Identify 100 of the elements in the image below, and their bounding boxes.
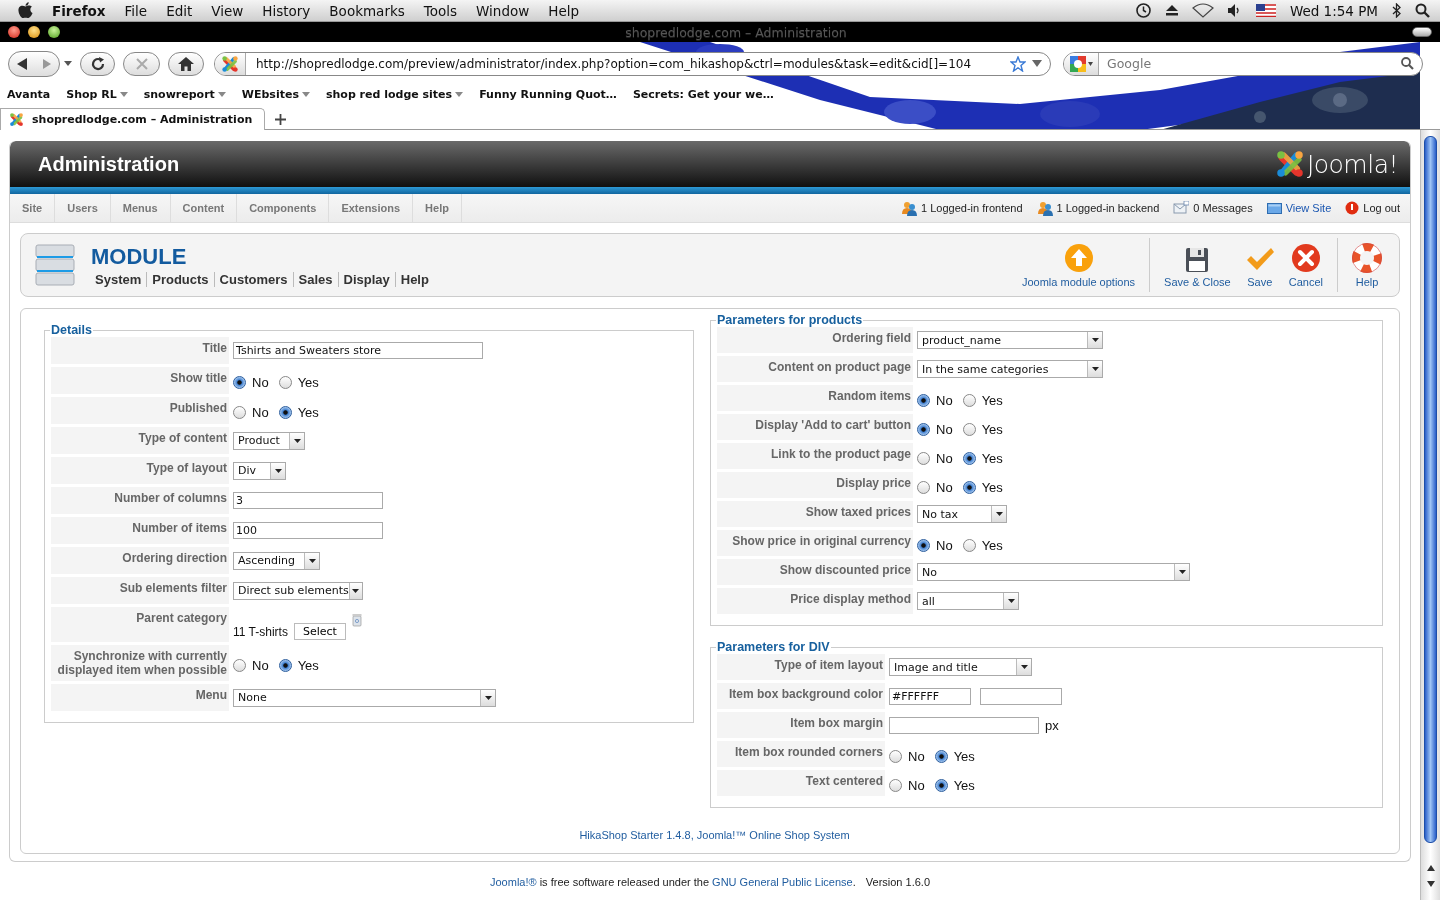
menu-item[interactable]: Help [548,2,580,19]
home-button[interactable] [168,51,204,76]
toolbar-button[interactable]: Joomla module options [1014,238,1143,292]
new-tab-button[interactable] [275,114,287,125]
bookmark-item[interactable]: Funny Running Quot… [479,88,617,101]
radio-button[interactable] [278,658,292,672]
bookmark-item[interactable]: shop red lodge sites [325,88,464,101]
dropdown[interactable]: Direct sub elements [233,581,363,600]
menu-item[interactable]: Content [170,194,238,222]
dropdown[interactable]: all [917,592,1019,610]
bookmark-item[interactable]: snowreport [143,88,226,101]
radio-button[interactable] [889,778,902,792]
text-field[interactable]: Tshirts and Sweaters store [233,342,483,359]
radio-button[interactable] [962,422,976,436]
dropdown[interactable]: Div [233,461,286,480]
text-field[interactable]: 100 [233,522,383,539]
toolbar-button[interactable]: Save [1237,238,1282,292]
status-link[interactable]: View Site [1285,202,1332,214]
radio-button[interactable] [278,406,292,419]
text-field[interactable] [889,716,1039,734]
radio-button[interactable] [278,376,292,389]
radio-button[interactable] [233,658,246,672]
speaker-icon[interactable] [1227,4,1242,17]
bookmark-item[interactable]: Avanta [7,88,51,101]
color-field[interactable] [980,687,1062,705]
submenu-link[interactable]: Sales [292,271,338,287]
radio-button[interactable] [917,451,930,465]
menu-item[interactable]: Site [10,194,56,222]
toolbar-button[interactable]: Cancel [1281,238,1330,292]
menu-item[interactable]: Firefox [52,2,106,19]
bookmark-item[interactable]: WEbsites [241,88,310,101]
radio-button[interactable] [889,749,902,763]
menu-item[interactable]: Tools [423,2,458,19]
toolbar-button[interactable]: Save & Close [1157,238,1238,292]
dropdown[interactable]: Image and title [889,658,1032,676]
scrollbar[interactable] [1420,130,1440,900]
radio-button[interactable] [962,480,976,494]
search-icon[interactable] [1401,57,1414,70]
menu-item[interactable]: Window [476,2,530,19]
trash-icon[interactable] [351,613,362,627]
clock-icon[interactable] [1134,2,1152,19]
apple-icon[interactable] [18,2,33,19]
zoom-button[interactable] [48,26,60,38]
bluetooth-icon[interactable] [1392,3,1401,18]
close-button[interactable] [8,26,20,38]
select-button[interactable]: Select [293,623,346,640]
minimize-button[interactable] [28,26,40,38]
star-icon[interactable] [1010,55,1026,72]
radio-button[interactable] [917,393,930,407]
text-field[interactable]: 3 [233,492,383,509]
dropdown[interactable]: In the same categories [917,360,1103,378]
submenu-link[interactable]: System [95,271,147,287]
radio-button[interactable] [934,749,948,763]
menu-item[interactable]: Menus [110,194,171,222]
search-engine-icon[interactable] [1069,55,1086,72]
menu-item[interactable]: Users [55,194,111,222]
menu-item[interactable]: Components [237,194,330,222]
footer-link[interactable]: Joomla!® [490,876,537,888]
radio-button[interactable] [962,393,976,407]
radio-button[interactable] [233,406,246,419]
back-forward-button[interactable] [8,50,60,77]
submenu-link[interactable]: Display [337,271,395,287]
footer-link[interactable]: GNU General Public License [712,876,853,888]
toolbar-toggle-button[interactable] [1412,27,1432,37]
dropdown[interactable]: product_name [917,331,1103,349]
menu-item[interactable]: Extensions [329,194,414,222]
menu-item[interactable]: File [124,2,148,19]
clock-text[interactable]: Wed 1:54 PM [1289,2,1378,19]
caret-icon[interactable] [64,61,72,66]
menu-item[interactable]: Edit [166,2,193,19]
caret-icon[interactable] [1087,61,1093,66]
text-field[interactable]: #FFFFFF [889,687,971,705]
wifi-icon[interactable] [1191,3,1214,18]
back-icon[interactable] [16,57,28,70]
reload-button[interactable] [80,51,115,76]
menu-item[interactable]: View [211,2,244,19]
radio-button[interactable] [962,451,976,465]
radio-button[interactable] [917,480,930,494]
credits-link[interactable]: HikaShop Starter 1.4.8, Joomla!™ Online Shop System [44,829,1385,841]
radio-button[interactable] [917,422,930,436]
dropdown[interactable]: Ascending [233,551,320,570]
dropdown[interactable]: No tax [917,505,1007,523]
radio-button[interactable] [233,376,246,389]
menu-item[interactable]: Bookmarks [329,2,405,19]
eject-icon[interactable] [1165,5,1178,16]
flag-icon[interactable] [1255,4,1276,17]
menu-item[interactable]: History [262,2,311,19]
scroll-thumb[interactable] [1424,136,1437,843]
caret-icon[interactable] [1032,60,1042,67]
radio-button[interactable] [934,778,948,792]
dropdown[interactable]: Product [233,431,305,450]
submenu-link[interactable]: Customers [213,271,293,287]
stop-button[interactable] [123,51,160,76]
browser-tab[interactable]: shopredlodge.com – Administration [0,108,266,130]
bookmark-item[interactable]: Secrets: Get your we… [632,88,774,101]
submenu-link[interactable]: Products [146,271,214,287]
address-field[interactable]: http://shopredlodge.com/preview/administrator/index.php?option=com_hikashop&ctrl=modules&task=edit&cid[]=104 [214,51,1051,76]
search-field[interactable]: Google [1063,51,1423,76]
dropdown[interactable]: No [917,563,1190,581]
bookmark-item[interactable]: Shop RL [66,88,128,101]
